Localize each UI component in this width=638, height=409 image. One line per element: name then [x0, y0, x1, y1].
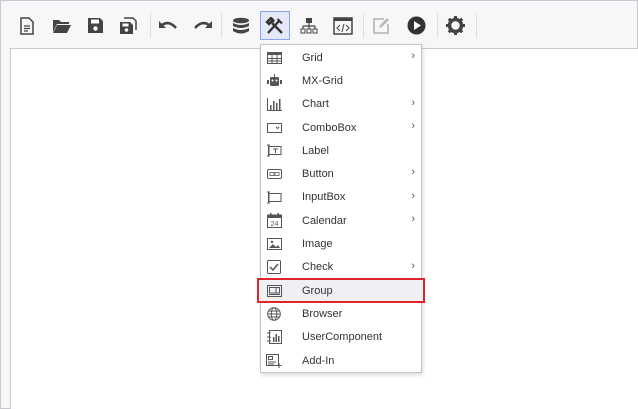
- label-icon: [266, 144, 282, 158]
- menu-item-label: Group: [302, 284, 333, 297]
- designer-window: Grid › MX-Grid Chart › ComboBox › Label Button › I…: [0, 0, 638, 409]
- menu-item-label: Button: [302, 168, 334, 181]
- menu-item-label: ComboBox: [302, 121, 357, 134]
- menu-item-combobox[interactable]: ComboBox ›: [261, 116, 421, 139]
- menu-item-calendar[interactable]: 24 Calendar ›: [261, 209, 421, 232]
- play-icon: [407, 16, 425, 35]
- chevron-right-icon: ›: [411, 189, 415, 202]
- chart-icon: [266, 97, 282, 111]
- inputbox-icon: [266, 190, 282, 204]
- run-button[interactable]: [401, 11, 431, 40]
- save-icon: [87, 18, 103, 33]
- menu-item-label: UserComponent: [302, 331, 383, 344]
- menu-item-grid[interactable]: Grid ›: [261, 46, 421, 69]
- grid-icon: [266, 51, 282, 65]
- save-all-button[interactable]: [113, 11, 143, 40]
- tools-button[interactable]: [260, 11, 290, 40]
- menu-item-check[interactable]: Check ›: [261, 256, 421, 279]
- hierarchy-button[interactable]: [294, 11, 324, 40]
- redo-icon: [194, 20, 212, 29]
- menu-item-inputbox[interactable]: InputBox ›: [261, 186, 421, 209]
- hierarchy-icon: [300, 17, 318, 33]
- database-icon: [233, 17, 249, 33]
- save-button[interactable]: [80, 11, 110, 40]
- menu-item-browser[interactable]: Browser: [261, 302, 421, 325]
- robot-icon: [266, 74, 282, 88]
- group-icon: [266, 284, 282, 298]
- menu-item-label: InputBox: [302, 191, 346, 204]
- add-in-icon: [266, 353, 282, 368]
- menu-item-mx-grid[interactable]: MX-Grid: [261, 69, 421, 92]
- edit-button[interactable]: [366, 11, 396, 40]
- save-all-icon: [120, 16, 137, 34]
- menu-item-image[interactable]: Image: [261, 232, 421, 255]
- toolbar-separator: [150, 13, 151, 38]
- chevron-right-icon: ›: [411, 50, 415, 62]
- image-icon: [266, 237, 282, 251]
- chevron-right-icon: ›: [411, 96, 415, 109]
- menu-item-label: Label: [302, 144, 329, 157]
- new-document-button[interactable]: [12, 11, 42, 40]
- toolbar-separator: [363, 13, 364, 38]
- menu-item-button[interactable]: Button ›: [261, 162, 421, 185]
- menu-item-add-in[interactable]: Add-In: [261, 349, 421, 372]
- toolbar-separator: [437, 13, 438, 38]
- database-button[interactable]: [226, 11, 256, 40]
- menu-item-label: MX-Grid: [302, 74, 343, 87]
- check-icon: [266, 260, 282, 275]
- menu-item-chart[interactable]: Chart ›: [261, 93, 421, 116]
- combobox-icon: [266, 121, 282, 135]
- chevron-right-icon: ›: [411, 259, 415, 272]
- chevron-right-icon: ›: [411, 166, 415, 179]
- user-component-icon: [266, 330, 282, 345]
- component-menu: Grid › MX-Grid Chart › ComboBox › Label Button › I…: [257, 44, 425, 373]
- toolbar-separator: [221, 13, 222, 38]
- undo-button[interactable]: [153, 11, 183, 40]
- menu-item-label: Check: [302, 261, 334, 274]
- svg-text:24: 24: [270, 221, 278, 228]
- globe-icon: [266, 307, 282, 321]
- redo-button[interactable]: [188, 11, 218, 40]
- menu-item-label: Browser: [302, 307, 343, 320]
- calendar-icon: 24: [266, 213, 282, 229]
- tools-icon: [265, 16, 283, 34]
- chevron-right-icon: ›: [411, 119, 415, 132]
- toolbar-separator: [476, 13, 477, 38]
- menu-item-usercomponent[interactable]: UserComponent: [261, 326, 421, 349]
- undo-icon: [159, 20, 177, 29]
- new-document-icon: [20, 16, 34, 35]
- menu-item-group[interactable]: Group: [257, 277, 425, 304]
- html-code-button[interactable]: [328, 11, 358, 40]
- open-folder-button[interactable]: [47, 11, 77, 40]
- code-window-icon: [333, 16, 353, 35]
- button-icon: [266, 167, 282, 181]
- menu-item-label: Image: [302, 238, 333, 251]
- folder-open-icon: [53, 19, 71, 33]
- toolbar: [1, 1, 637, 47]
- menu-item-label: Grid: [302, 51, 323, 64]
- settings-button[interactable]: [440, 11, 470, 40]
- edit-icon: [373, 17, 389, 34]
- chevron-right-icon: ›: [411, 213, 415, 226]
- menu-item-label: Add-In: [302, 354, 335, 367]
- menu-item-label[interactable]: Label: [261, 139, 421, 162]
- gear-icon: [445, 16, 465, 35]
- menu-item-label: Chart: [302, 98, 329, 111]
- menu-item-label: Calendar: [302, 214, 347, 227]
